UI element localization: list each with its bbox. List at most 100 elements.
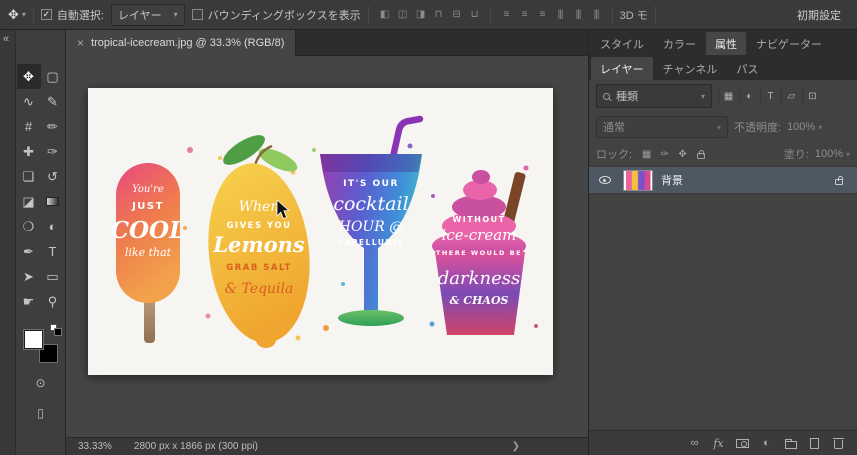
lock-position-button[interactable]: ✥ [674, 146, 691, 162]
filter-pixel-layers-button[interactable]: ▦ [718, 87, 738, 105]
distribute-icon-group: ≡≡≡||||||||| [498, 6, 605, 24]
divider [612, 6, 613, 24]
distribute-bottom-edges-icon[interactable]: ≡ [534, 6, 551, 24]
brush-tool[interactable]: ✑ [41, 139, 65, 164]
status-chevron-icon[interactable]: ❯ [512, 441, 520, 452]
canvas-surround[interactable]: You're JUST COOL like that When GIVES YO… [66, 56, 588, 437]
document-tab[interactable]: × tropical-icecream.jpg @ 33.3% (RGB/8) [66, 30, 296, 56]
layer-list-empty-area[interactable] [589, 194, 857, 430]
type-tool[interactable]: T [41, 239, 65, 264]
layer-lock-icon [835, 175, 843, 185]
foreground-color-swatch[interactable] [24, 330, 43, 349]
clone-stamp-tool[interactable]: ❏ [17, 164, 41, 189]
tab-properties[interactable]: 属性 [706, 32, 746, 55]
collapse-toolbar-button[interactable]: « [0, 30, 15, 45]
workspace-switcher-button[interactable]: 初期設定 [789, 5, 849, 25]
layer-visibility-toggle[interactable] [595, 176, 615, 184]
dodge-tool[interactable]: ◐ [41, 214, 65, 239]
gradient-tool-shape [46, 197, 59, 206]
delete-layer-button[interactable] [828, 434, 849, 453]
filter-type-layers-button[interactable]: T [760, 87, 780, 105]
filter-smart-objects-button[interactable]: ⊡ [802, 87, 822, 105]
lock-all-button[interactable] [692, 146, 709, 162]
spot-healing-tool[interactable]: ✚ [17, 139, 41, 164]
link-layers-button[interactable]: ∞ [684, 434, 705, 453]
blur-tool[interactable]: ❍ [17, 214, 41, 239]
hand-tool[interactable]: ☛ [17, 289, 41, 314]
tool-preset-button[interactable]: ✥ ▾ [8, 7, 26, 23]
layers-panel: 種類 ▦◐T▱⊡ 通常 不透明度: 100% ロック: ▦✑✥ 塗り: 100 [589, 80, 857, 430]
close-icon[interactable]: × [77, 36, 84, 50]
align-bottom-edges-icon[interactable]: ⊔ [466, 6, 483, 24]
filter-adjustment-layers-button[interactable]: ◐ [739, 87, 759, 105]
auto-select-target-dropdown[interactable]: レイヤー [111, 4, 185, 26]
align-horizontal-centers-icon[interactable]: ◫ [394, 6, 411, 24]
bounding-box-checkbox[interactable] [192, 9, 203, 20]
eraser-tool[interactable]: ◪ [17, 189, 41, 214]
eyedropper-tool[interactable]: ✏ [41, 114, 65, 139]
pen-tool[interactable]: ✒ [17, 239, 41, 264]
auto-select-option: 自動選択: [41, 7, 104, 23]
distribute-top-edges-icon[interactable]: ≡ [498, 6, 515, 24]
auto-select-checkbox[interactable] [41, 9, 52, 20]
lock-icon [835, 179, 843, 185]
fill-label: 塗り: [784, 146, 809, 162]
new-layer-button[interactable] [804, 434, 825, 453]
path-selection-tool[interactable]: ➤ [17, 264, 41, 289]
opacity-field[interactable]: 100% [787, 121, 822, 133]
tab-channels[interactable]: チャンネル [654, 57, 727, 80]
shape-tool[interactable]: ▭ [41, 264, 65, 289]
filter-shape-layers-button[interactable]: ▱ [781, 87, 801, 105]
fill-value: 100% [815, 148, 843, 160]
tab-navigator[interactable]: ナビゲーター [747, 32, 831, 55]
distribute-vertical-centers-icon[interactable]: ≡ [516, 6, 533, 24]
new-group-button[interactable] [780, 434, 801, 453]
move-tool-icon: ✥ [8, 7, 19, 23]
distribute-left-edges-icon[interactable]: ||| [552, 6, 569, 24]
tab-layers[interactable]: レイヤー [591, 57, 653, 80]
tab-paths[interactable]: パス [727, 57, 767, 80]
mode-3d-label[interactable]: 3D モ [620, 7, 648, 23]
cocktail-text: IT'S OUR [343, 179, 399, 189]
add-layer-mask-button[interactable] [732, 434, 753, 453]
photoshop-window: ✥ ▾ 自動選択: レイヤー バウンディングボックスを表示 ◧◫◨⊓⊟⊔ ≡≡≡… [0, 0, 857, 455]
document-canvas[interactable]: You're JUST COOL like that When GIVES YO… [88, 88, 553, 375]
bounding-box-label: バウンディングボックスを表示 [208, 7, 361, 23]
align-vertical-centers-icon[interactable]: ⊟ [448, 6, 465, 24]
crop-tool[interactable]: # [17, 114, 41, 139]
gradient-tool[interactable] [41, 189, 65, 214]
zoom-level-field[interactable]: 33.33% [78, 441, 112, 452]
layers-panel-footer: ∞fx ◐ [589, 430, 857, 455]
tab-color[interactable]: カラー [654, 32, 705, 55]
default-colors-icon[interactable] [50, 324, 57, 331]
toolbar-dock-strip: « [0, 30, 16, 455]
blend-mode-dropdown[interactable]: 通常 [596, 116, 728, 138]
history-brush-tool[interactable]: ↺ [41, 164, 65, 189]
new-adjustment-layer-button[interactable]: ◐ [756, 434, 777, 453]
layer-row-background[interactable]: 背景 [589, 166, 857, 194]
lasso-tool[interactable]: ∿ [17, 89, 41, 114]
popsicle-text: JUST [131, 201, 164, 212]
move-tool[interactable]: ✥ [17, 64, 41, 89]
align-right-edges-icon[interactable]: ◨ [412, 6, 429, 24]
quick-selection-tool[interactable]: ✎ [41, 89, 65, 114]
lock-image-pixels-button[interactable]: ✑ [656, 146, 673, 162]
zoom-tool[interactable]: ⚲ [41, 289, 65, 314]
screen-mode-button[interactable]: ▯ [29, 402, 53, 424]
align-top-edges-icon[interactable]: ⊓ [430, 6, 447, 24]
tab-styles[interactable]: スタイル [591, 32, 653, 55]
marquee-tool[interactable]: ▢ [41, 64, 65, 89]
divider [368, 6, 369, 24]
distribute-right-edges-icon[interactable]: ||| [588, 6, 605, 24]
lock-transparent-pixels-button[interactable]: ▦ [638, 146, 655, 162]
layer-thumbnail[interactable] [623, 170, 653, 191]
icecream-text: ice-cream [442, 226, 517, 244]
distribute-horizontal-centers-icon[interactable]: ||| [570, 6, 587, 24]
fill-field[interactable]: 100% [815, 148, 850, 160]
bounding-box-option: バウンディングボックスを表示 [192, 7, 361, 23]
quick-mask-button[interactable]: ⊙ [29, 372, 53, 394]
align-left-edges-icon[interactable]: ◧ [376, 6, 393, 24]
layer-filter-dropdown[interactable]: 種類 [596, 84, 712, 108]
lemon-text: GIVES YOU [226, 221, 291, 231]
layer-style-button[interactable]: fx [708, 434, 729, 453]
